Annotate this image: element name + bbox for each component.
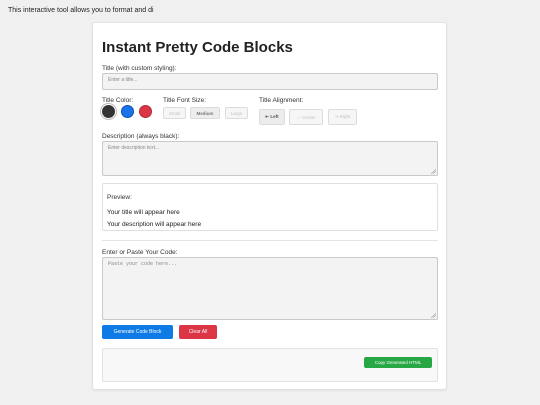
description-placeholder: Enter description text... — [108, 145, 160, 151]
code-textarea[interactable]: Paste your code here... — [102, 257, 438, 320]
copy-html-button[interactable]: Copy Generated HTML — [364, 357, 432, 368]
generate-button[interactable]: Generate Code Block — [102, 325, 173, 339]
tool-card: Instant Pretty Code Blocks Title (with c… — [92, 22, 447, 390]
preview-panel: Preview: Your title will appear here You… — [102, 183, 438, 231]
clear-all-button[interactable]: Clear All — [179, 325, 217, 339]
preview-label: Preview: — [107, 194, 132, 201]
preview-title: Your title will appear here — [107, 209, 180, 216]
font-size-large-button[interactable]: Large — [225, 107, 248, 119]
title-input[interactable]: Enter a title... — [102, 73, 438, 90]
color-swatch-blue[interactable] — [121, 105, 134, 118]
description-label: Description (always black): — [102, 133, 180, 140]
preview-description: Your description will appear here — [107, 221, 202, 228]
description-textarea[interactable]: Enter description text... — [102, 141, 438, 176]
output-panel: Copy Generated HTML — [102, 348, 438, 382]
color-label: Title Color: — [102, 97, 134, 104]
intro-text: This interactive tool allows you to form… — [8, 7, 154, 14]
code-label: Enter or Paste Your Code: — [102, 249, 178, 256]
font-size-small-button[interactable]: Small — [163, 107, 186, 119]
resize-handle-icon[interactable] — [431, 169, 436, 174]
code-placeholder: Paste your code here... — [108, 261, 178, 267]
font-size-label: Title Font Size: — [163, 97, 207, 104]
font-size-medium-button[interactable]: Medium — [190, 107, 220, 119]
align-center-button[interactable]: ⇔ Center — [289, 109, 323, 125]
align-right-button[interactable]: ⇥ Right — [328, 109, 357, 125]
align-left-button[interactable]: ⇤ Left — [259, 109, 285, 125]
page-title: Instant Pretty Code Blocks — [102, 39, 293, 56]
title-field-label: Title (with custom styling): — [102, 65, 177, 72]
resize-handle-icon[interactable] — [431, 313, 436, 318]
color-swatch-black[interactable] — [102, 105, 115, 118]
alignment-label: Title Alignment: — [259, 97, 304, 104]
color-swatch-red[interactable] — [139, 105, 152, 118]
section-divider — [102, 240, 438, 241]
